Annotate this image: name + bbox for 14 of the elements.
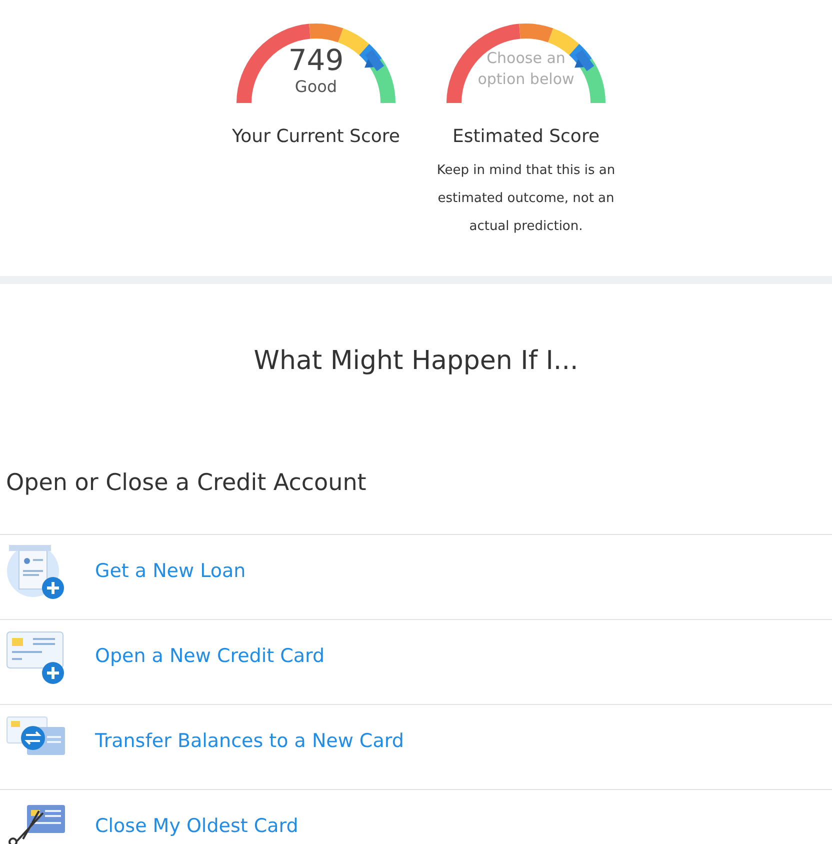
section-heading: What Might Happen If I... <box>252 345 580 378</box>
option-link[interactable]: Get a New Loan <box>0 534 832 619</box>
score-value: 749 <box>288 44 344 76</box>
option-link[interactable]: Open a New Credit Card <box>0 619 832 704</box>
gauge-marker <box>364 50 384 72</box>
option-link[interactable]: Transfer Balances to a New Card <box>0 704 832 789</box>
gauge-label: Estimated Score <box>452 126 600 147</box>
category-title: Open or Close a Credit Account <box>5 469 368 498</box>
option-link[interactable]: Close My Oldest Card <box>0 789 832 844</box>
gauge-marker <box>574 50 594 72</box>
gauge-hint: Choose an option below <box>476 48 576 90</box>
gauge-label: Your Current Score <box>232 126 400 147</box>
score-rating: Good <box>294 76 338 98</box>
gauge-note: Keep in mind that this is an estimated outcome, not an actual prediction. <box>436 162 616 236</box>
